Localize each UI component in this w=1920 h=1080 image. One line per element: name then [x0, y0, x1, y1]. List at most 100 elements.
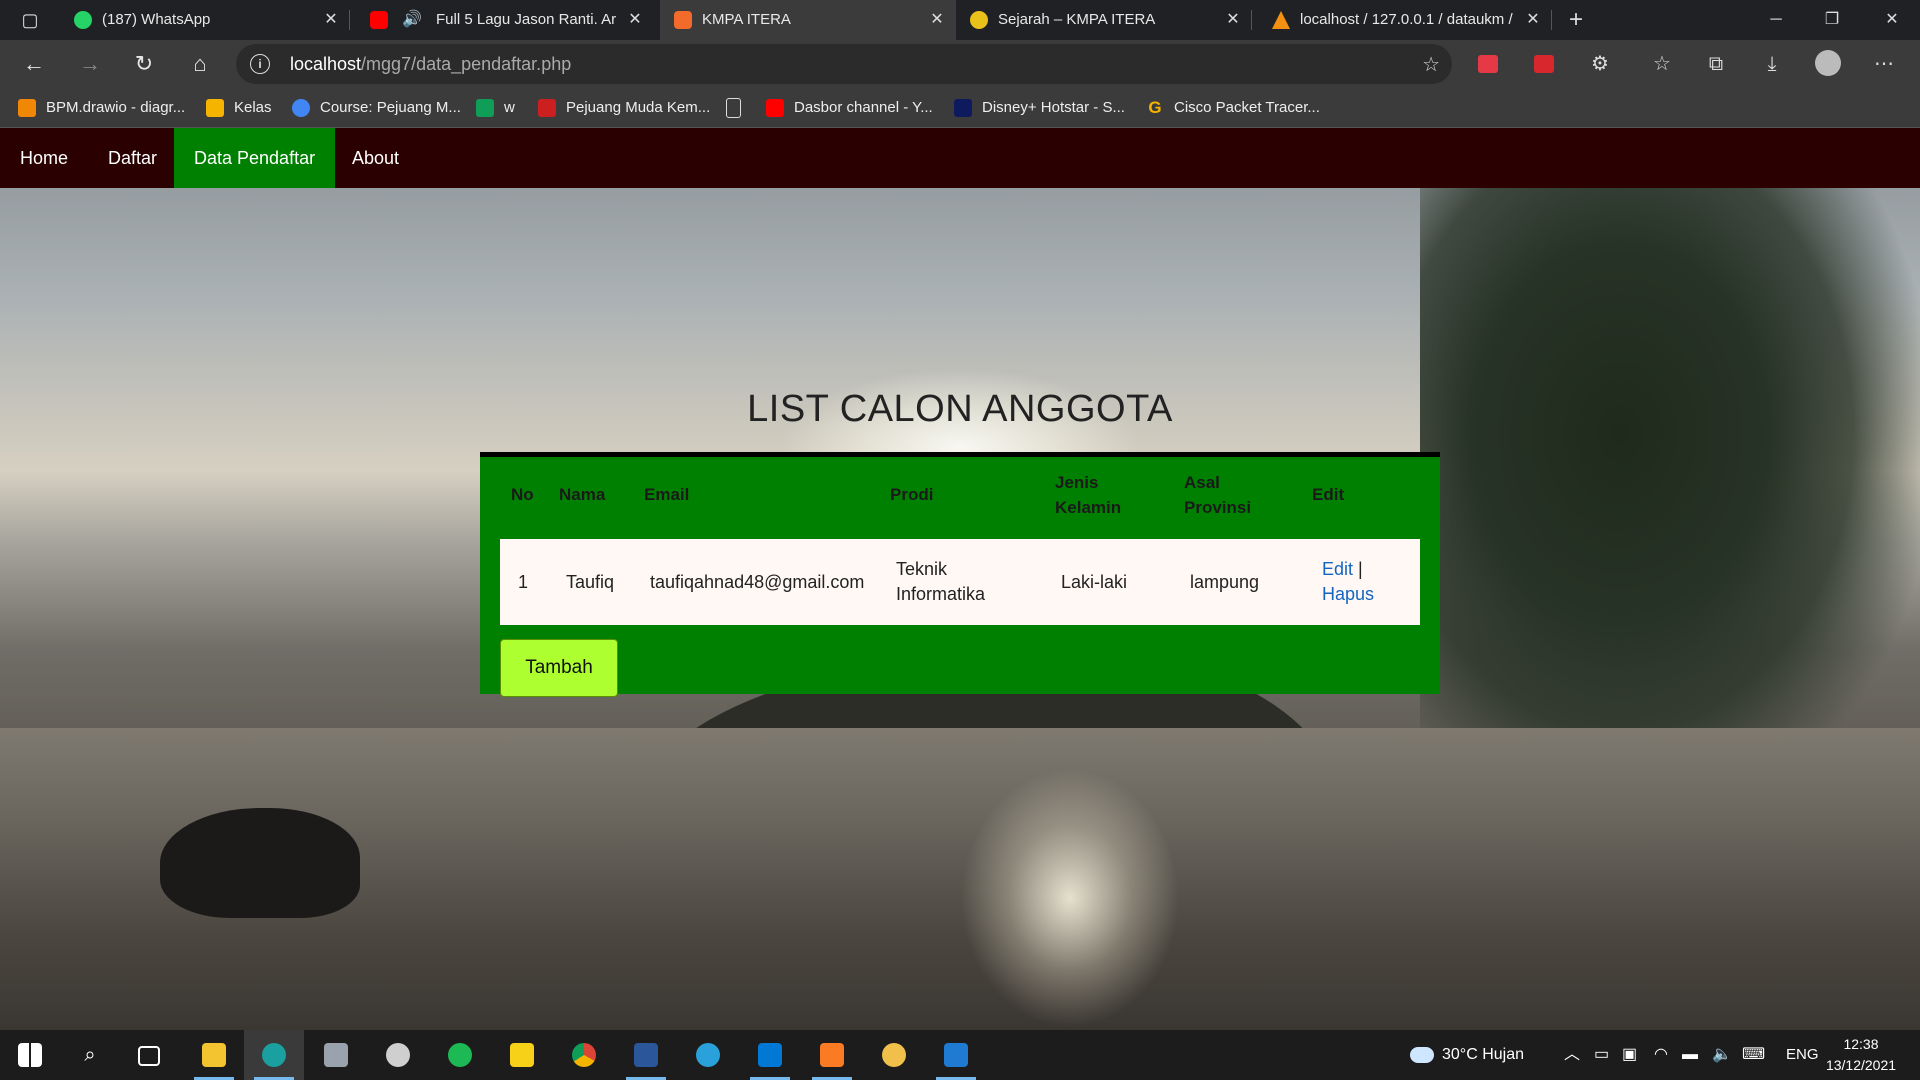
table-row: 1 Taufiq taufiqahnad48@gmail.com Teknik … — [500, 539, 1420, 625]
start-button[interactable] — [0, 1030, 60, 1080]
search-icon[interactable]: ⌕ — [60, 1030, 120, 1080]
bookmark-blank-page[interactable] — [726, 88, 751, 128]
nav-data-pendaftar[interactable]: Data Pendaftar — [174, 128, 336, 188]
task-view-icon[interactable] — [120, 1030, 180, 1080]
sticky-notes-icon[interactable] — [492, 1030, 552, 1080]
vscode-icon[interactable] — [740, 1030, 800, 1080]
column-header-prodi: Prodi — [890, 485, 934, 504]
telegram-icon[interactable] — [678, 1030, 738, 1080]
profile-avatar-icon[interactable] — [1814, 50, 1842, 78]
tab-actions-icon[interactable]: ▢ — [18, 8, 42, 32]
speaker-icon[interactable]: 🔊 — [402, 11, 422, 29]
tambah-button[interactable]: Tambah — [500, 639, 618, 697]
forward-icon[interactable]: → — [74, 48, 106, 80]
clock-date: 13/12/2021 — [1825, 1057, 1897, 1073]
background-rock — [160, 808, 360, 918]
header-line: Kelamin — [1055, 498, 1122, 517]
tab-whatsapp[interactable]: (187) WhatsApp ✕ — [60, 0, 350, 40]
obs-icon[interactable] — [368, 1030, 428, 1080]
url-host: localhost — [290, 54, 362, 74]
hapus-link[interactable]: Hapus — [1322, 584, 1374, 604]
bookmark-disney-hotstar[interactable]: Disney+ Hotstar - S... — [954, 88, 1125, 128]
edge-icon[interactable] — [244, 1030, 304, 1080]
file-explorer-icon[interactable] — [184, 1030, 244, 1080]
url-path: /mgg7/data_pendaftar.php — [361, 54, 572, 74]
bookmark-w[interactable]: w — [476, 88, 515, 128]
link-separator: | — [1353, 559, 1363, 579]
table-header: No Nama Email Prodi Jenis Kelamin Asal P… — [480, 457, 1440, 535]
nav-home[interactable]: Home — [0, 128, 88, 188]
downloads-icon[interactable]: ⤓ — [1758, 50, 1786, 78]
bookmark-dasbor[interactable]: Dasbor channel - Y... — [766, 88, 933, 128]
display-icon[interactable]: ▣ — [1622, 1030, 1637, 1080]
tab-youtube[interactable]: 🔊 Full 5 Lagu Jason Ranti. Ar ✕ — [356, 0, 654, 40]
nav-daftar[interactable]: Daftar — [88, 128, 177, 188]
extensions-icon[interactable]: ⚙ — [1586, 50, 1614, 78]
meet-now-icon[interactable]: ▭ — [1594, 1030, 1609, 1080]
volume-icon[interactable]: 🔈 — [1712, 1030, 1732, 1080]
paint-icon[interactable] — [864, 1030, 924, 1080]
spotify-icon[interactable] — [430, 1030, 490, 1080]
favorites-icon[interactable]: ☆ — [1648, 50, 1676, 78]
add-favorite-icon[interactable]: ☆ — [1422, 52, 1440, 77]
cell-jenis-kelamin: Laki-laki — [1061, 571, 1128, 592]
bookmark-pejuang-muda[interactable]: Pejuang Muda Kem... — [538, 88, 710, 128]
weather-widget[interactable]: 30°C Hujan — [1410, 1030, 1524, 1080]
wifi-icon[interactable]: ◠ — [1654, 1030, 1668, 1080]
battery-icon[interactable]: ▬ — [1682, 1030, 1698, 1080]
pocket-icon[interactable] — [1474, 50, 1502, 78]
tab-label: Full 5 Lagu Jason Ranti. Ar — [436, 11, 617, 28]
more-menu-icon[interactable]: ⋯ — [1870, 50, 1898, 78]
show-hidden-icons-icon[interactable]: ︿ — [1564, 1030, 1580, 1080]
back-icon[interactable]: ← — [18, 48, 50, 80]
home-icon[interactable]: ⌂ — [184, 48, 216, 80]
close-icon[interactable]: ✕ — [1524, 0, 1542, 40]
bookmark-drawio[interactable]: BPM.drawio - diagr... — [18, 88, 185, 128]
minimize-icon[interactable]: ─ — [1748, 0, 1804, 40]
bookmark-label: Course: Pejuang M... — [320, 99, 461, 116]
restore-icon[interactable]: ❐ — [1804, 0, 1860, 40]
app-cube-icon[interactable] — [306, 1030, 366, 1080]
column-header-edit: Edit — [1312, 485, 1345, 504]
keyboard-icon[interactable]: ⌨ — [1742, 1030, 1765, 1080]
mega-extension-icon[interactable] — [1530, 50, 1558, 78]
cell-prodi: Teknik Informatika — [896, 539, 985, 625]
bookmark-course[interactable]: Course: Pejuang M... — [292, 88, 461, 128]
tab-sejarah[interactable]: Sejarah – KMPA ITERA ✕ — [956, 0, 1252, 40]
course-icon — [292, 99, 310, 118]
page-icon — [726, 98, 741, 119]
bookmark-kelas[interactable]: Kelas — [206, 88, 272, 128]
clock-time: 12:38 — [1843, 1036, 1879, 1052]
bookmark-label: Dasbor channel - Y... — [794, 99, 933, 116]
word-icon[interactable] — [616, 1030, 676, 1080]
column-header-email: Email — [644, 485, 690, 504]
photos-icon[interactable] — [926, 1030, 986, 1080]
column-header-nama: Nama — [559, 485, 606, 504]
chrome-icon[interactable] — [554, 1030, 614, 1080]
close-icon[interactable]: ✕ — [1224, 0, 1242, 40]
tab-divider — [1251, 10, 1252, 30]
tab-kmpa-itera[interactable]: KMPA ITERA ✕ — [660, 0, 956, 40]
header-line: Asal — [1184, 473, 1220, 492]
refresh-icon[interactable]: ↻ — [128, 48, 160, 80]
url-text[interactable]: localhost/mgg7/data_pendaftar.php — [290, 44, 571, 84]
site-info-icon[interactable]: i — [250, 54, 270, 74]
bookmark-label: w — [504, 99, 515, 116]
clock[interactable]: 12:38 13/12/2021 — [1816, 1034, 1906, 1076]
language-indicator[interactable]: ENG — [1786, 1030, 1819, 1080]
new-tab-icon[interactable]: + — [1562, 6, 1590, 34]
edit-link[interactable]: Edit — [1322, 559, 1353, 579]
nav-about[interactable]: About — [332, 128, 419, 188]
tab-phpmyadmin[interactable]: localhost / 127.0.0.1 / dataukm / ✕ — [1258, 0, 1552, 40]
close-icon[interactable]: ✕ — [928, 0, 946, 40]
bookmark-cisco[interactable]: G Cisco Packet Tracer... — [1146, 88, 1320, 128]
window-close-icon[interactable]: ✕ — [1864, 0, 1920, 40]
bookmark-label: BPM.drawio - diagr... — [46, 99, 186, 116]
close-icon[interactable]: ✕ — [322, 0, 340, 40]
collections-icon[interactable]: ⧉ — [1702, 50, 1730, 78]
tab-label: Sejarah – KMPA ITERA — [998, 11, 1156, 28]
close-icon[interactable]: ✕ — [626, 0, 644, 40]
address-bar[interactable]: i localhost/mgg7/data_pendaftar.php ☆ — [236, 44, 1452, 84]
xampp-icon[interactable] — [802, 1030, 862, 1080]
tab-divider — [1551, 10, 1552, 30]
